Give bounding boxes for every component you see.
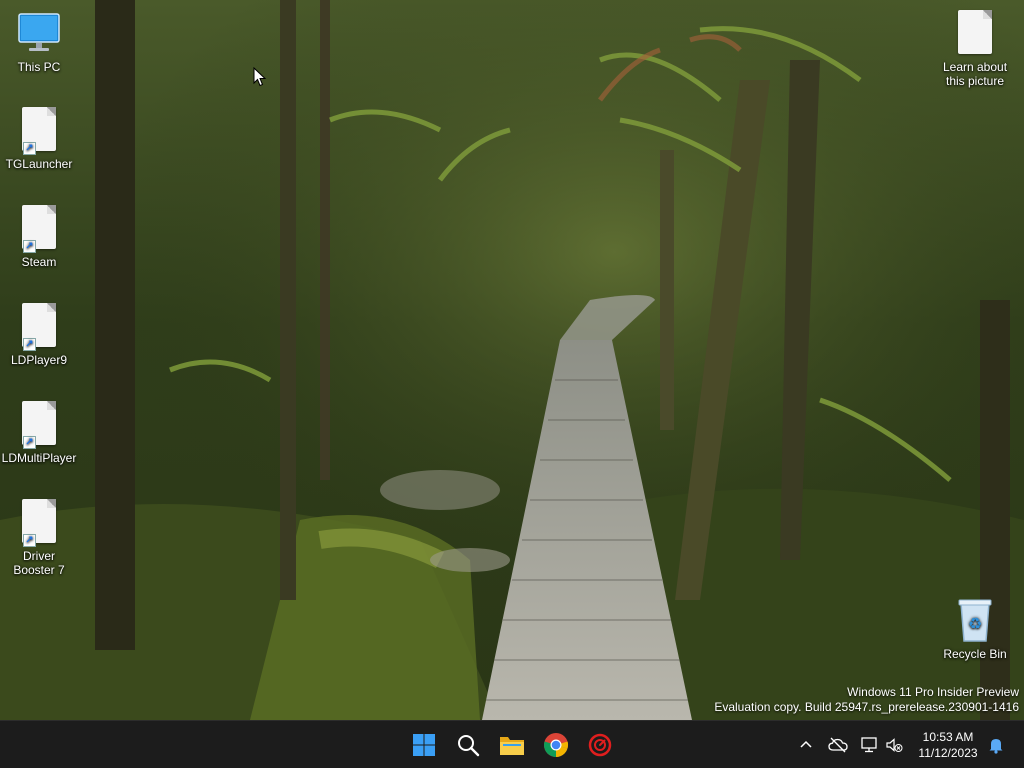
notifications-button[interactable] — [984, 731, 1008, 759]
desktop-icon-label: LDMultiPlayer — [1, 451, 77, 465]
chevron-up-icon — [800, 740, 812, 748]
file-shortcut-icon: ↗ — [15, 107, 63, 155]
desktop-icon-recycle-bin[interactable]: ♻ Recycle Bin — [937, 597, 1013, 661]
desktop-icon-learn-about-picture[interactable]: Learn about this picture — [937, 10, 1013, 88]
desktop-icon-label: Steam — [21, 255, 57, 269]
desktop-icon-this-pc[interactable]: This PC — [1, 10, 77, 74]
file-shortcut-icon: ↗ — [15, 401, 63, 449]
taskbar: 10:53 AM 11/12/2023 — [0, 720, 1024, 768]
evaluation-watermark: Windows 11 Pro Insider Preview Evaluatio… — [714, 685, 1019, 715]
desktop-icon-driver-booster[interactable]: ↗ Driver Booster 7 — [1, 499, 77, 577]
taskbar-clock[interactable]: 10:53 AM 11/12/2023 — [912, 729, 984, 761]
desktop-icon-label: This PC — [17, 60, 61, 74]
desktop-icon-label: TGLauncher — [5, 157, 73, 171]
file-shortcut-icon: ↗ — [15, 499, 63, 547]
driver-booster-button[interactable] — [582, 727, 618, 763]
clock-date: 11/12/2023 — [918, 746, 978, 760]
desktop-icon-ldplayer9[interactable]: ↗ LDPlayer9 — [1, 303, 77, 367]
show-hidden-icons-button[interactable] — [794, 731, 818, 759]
windows-start-icon — [413, 734, 435, 756]
cloud-offline-icon — [828, 737, 848, 753]
folder-icon — [500, 737, 524, 755]
watermark-line-1: Windows 11 Pro Insider Preview — [847, 685, 1019, 699]
watermark-line-2: Evaluation copy. Build 25947.rs_prerelea… — [714, 700, 1019, 714]
svg-text:♻: ♻ — [968, 614, 982, 633]
network-icon — [861, 737, 877, 753]
recycle-bin-icon: ♻ — [951, 597, 999, 645]
desktop-icon-tglauncher[interactable]: ↗ TGLauncher — [1, 107, 77, 171]
monitor-icon — [15, 10, 63, 58]
file-explorer-button[interactable] — [494, 727, 530, 763]
desktop-icon-label: Driver Booster 7 — [13, 549, 65, 577]
desktop-icon-label: Recycle Bin — [943, 647, 1007, 661]
file-shortcut-icon: ↗ — [15, 303, 63, 351]
driver-booster-icon — [588, 733, 612, 757]
desktop-icon-label: LDPlayer9 — [10, 353, 68, 367]
chrome-button[interactable] — [538, 727, 574, 763]
start-button[interactable] — [406, 727, 442, 763]
desktop-icon-label: Learn about this picture — [942, 60, 1008, 88]
file-shortcut-icon: ↗ — [15, 205, 63, 253]
search-button[interactable] — [450, 727, 486, 763]
search-icon — [458, 735, 480, 757]
desktop-wallpaper — [0, 0, 1024, 720]
mouse-cursor-icon — [253, 67, 267, 87]
file-icon — [951, 10, 999, 58]
network-button[interactable] — [858, 731, 882, 759]
clock-time: 10:53 AM — [922, 730, 974, 744]
onedrive-status-button[interactable] — [826, 731, 850, 759]
bell-icon — [989, 739, 1003, 754]
volume-muted-icon — [886, 738, 903, 752]
chrome-icon — [544, 733, 569, 757]
volume-button[interactable] — [882, 731, 906, 759]
desktop-icon-ldmultiplayer[interactable]: ↗ LDMultiPlayer — [1, 401, 77, 465]
desktop-icon-steam[interactable]: ↗ Steam — [1, 205, 77, 269]
